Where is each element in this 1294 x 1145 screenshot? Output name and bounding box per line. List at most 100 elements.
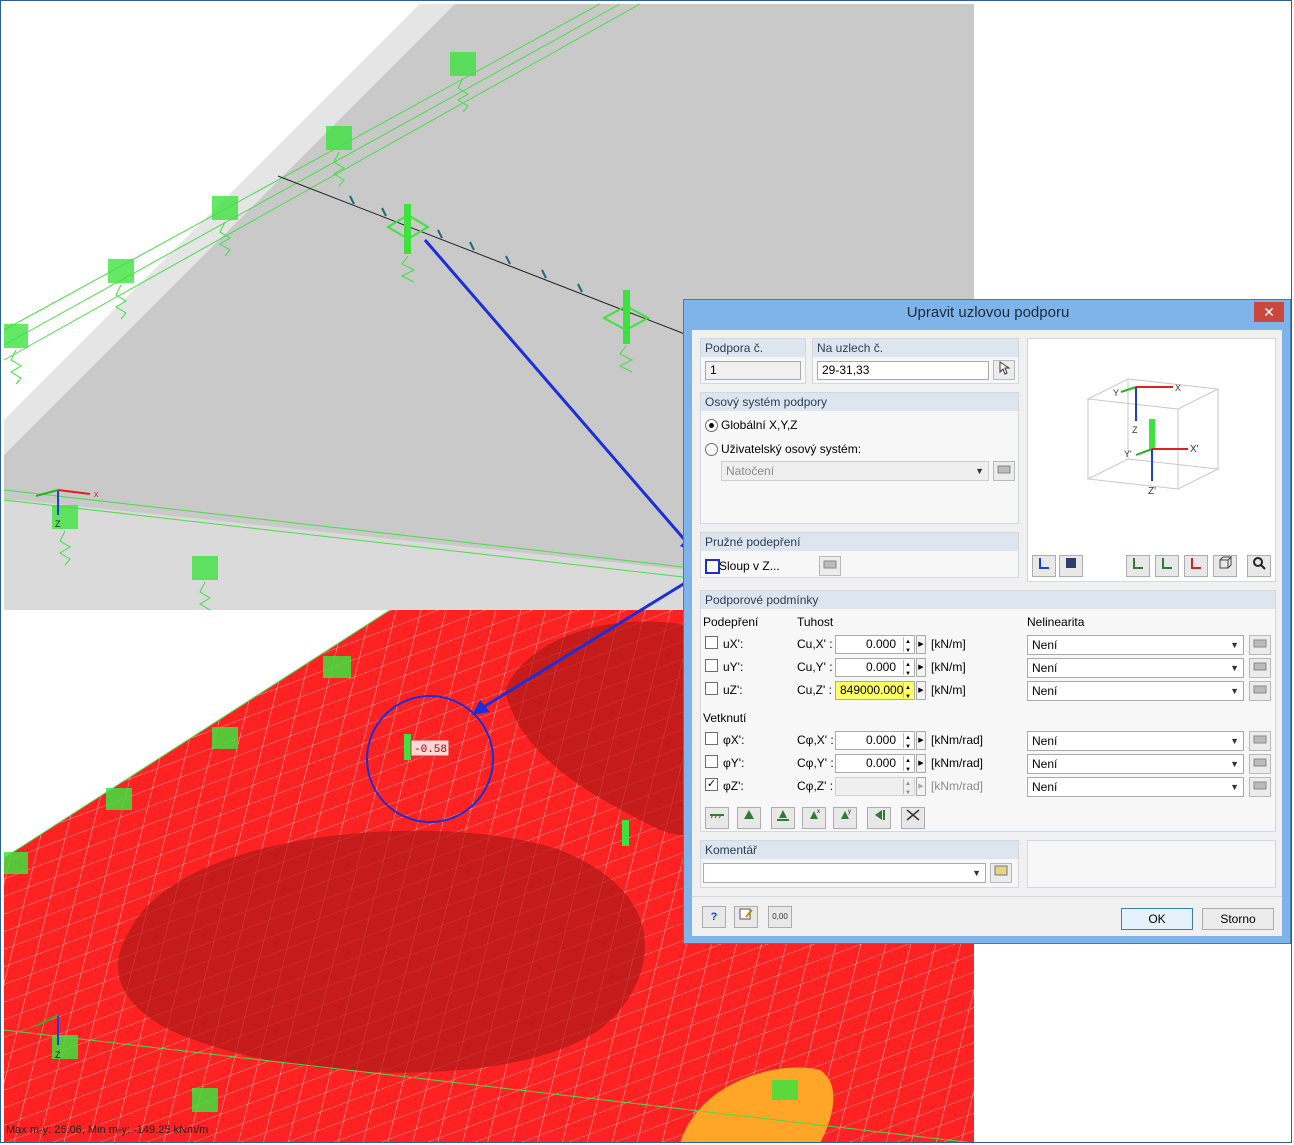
phix-nonlinearity-edit-button[interactable] bbox=[1249, 731, 1271, 751]
cuy-step-button[interactable]: ▶ bbox=[916, 658, 926, 677]
cuy-unit: [kN/m] bbox=[931, 660, 966, 674]
phiz-nonlinearity-edit-button[interactable] bbox=[1249, 777, 1271, 797]
nonlinearity-column-header: Nelinearita bbox=[1027, 615, 1085, 629]
ux-nonlinearity-edit-button[interactable] bbox=[1249, 635, 1271, 655]
edit-pencil-icon bbox=[739, 908, 753, 920]
comment-library-button[interactable] bbox=[990, 863, 1012, 883]
phiz-checkbox[interactable]: ✓ bbox=[705, 778, 718, 791]
chevron-down-icon: ▼ bbox=[975, 466, 984, 476]
nodes-input[interactable]: 29-31,33 bbox=[817, 361, 989, 380]
comment-input[interactable]: ▼ bbox=[703, 863, 986, 883]
ux-label: uX': bbox=[723, 637, 744, 651]
nodes-group: Na uzlech č. 29-31,33 bbox=[812, 338, 1019, 384]
edit-button[interactable] bbox=[734, 906, 758, 928]
svg-text:Y': Y' bbox=[1124, 449, 1132, 459]
show-axes-toggle[interactable] bbox=[1032, 555, 1056, 577]
elastic-support-header: Pružné podepření bbox=[701, 533, 1018, 551]
chevron-down-icon: ▼ bbox=[1230, 663, 1239, 673]
support-number-label: Podpora č. bbox=[701, 339, 805, 357]
column-in-z-label: Sloup v Z... bbox=[719, 559, 780, 573]
column-in-z-checkbox[interactable] bbox=[705, 559, 720, 574]
cuz-step-button[interactable]: ▶ bbox=[916, 681, 926, 700]
support-pinned-icon bbox=[777, 810, 789, 821]
view-y-button[interactable] bbox=[1155, 555, 1179, 577]
uz-nonlinearity-select[interactable]: Není ▼ bbox=[1027, 681, 1244, 701]
view-z-button[interactable] bbox=[1184, 555, 1208, 577]
dialog-body: Podpora č. 1 Na uzlech č. 29-31,33 Osový… bbox=[692, 330, 1282, 936]
cphiy-step-button[interactable]: ▶ bbox=[916, 754, 926, 773]
cphiz-input[interactable] bbox=[835, 777, 915, 796]
edit-column-button[interactable] bbox=[819, 556, 841, 576]
support-fixed-icon bbox=[744, 810, 754, 819]
phiz-nonlinearity-select[interactable]: Není ▼ bbox=[1027, 777, 1244, 797]
preset-hinged-button[interactable] bbox=[705, 807, 729, 829]
phiy-nonlinearity-select[interactable]: Není ▼ bbox=[1027, 754, 1244, 774]
cux-unit: [kN/m] bbox=[931, 637, 966, 651]
cuz-label: Cu,Z' : bbox=[797, 683, 832, 697]
edit-icon bbox=[823, 560, 837, 569]
cphiy-unit: [kNm/rad] bbox=[931, 756, 984, 770]
phiy-nonlinearity-edit-button[interactable] bbox=[1249, 754, 1271, 774]
edit-nodal-support-dialog: Upravit uzlovou podporu ✕ Podpora č. 1 N… bbox=[683, 299, 1291, 944]
cphix-input[interactable]: 0.000 bbox=[835, 731, 915, 750]
phix-nonlinearity-select[interactable]: Není ▼ bbox=[1027, 731, 1244, 751]
render-mode-button[interactable] bbox=[1059, 555, 1083, 577]
support-number-field[interactable]: 1 bbox=[705, 361, 801, 380]
cuz-input[interactable]: 849000.000 bbox=[835, 681, 915, 700]
uy-nonlinearity-edit-button[interactable] bbox=[1249, 658, 1271, 678]
cphix-step-button[interactable]: ▶ bbox=[916, 731, 926, 750]
user-axes-radio[interactable] bbox=[705, 443, 718, 456]
edit-icon bbox=[1253, 639, 1267, 648]
ux-checkbox[interactable] bbox=[705, 636, 718, 649]
divider bbox=[692, 896, 1282, 897]
isometric-view-button[interactable] bbox=[1213, 555, 1237, 577]
units-button[interactable]: 0,00 bbox=[768, 906, 792, 928]
rotation-select[interactable]: Natočení ▼ bbox=[721, 461, 989, 481]
view-y-icon bbox=[1162, 558, 1172, 569]
svg-text:X': X' bbox=[1190, 444, 1199, 455]
support-preview: X Y Z X' Y' Z' bbox=[1027, 338, 1276, 582]
chevron-down-icon: ▼ bbox=[1230, 782, 1239, 792]
edit-rotation-button[interactable] bbox=[993, 461, 1015, 481]
user-axes-label: Uživatelský osový systém: bbox=[721, 442, 862, 456]
nodes-label: Na uzlech č. bbox=[813, 339, 1018, 357]
phiy-checkbox[interactable] bbox=[705, 755, 718, 768]
ux-nonlinearity-select[interactable]: Není ▼ bbox=[1027, 635, 1244, 655]
edit-icon bbox=[997, 465, 1011, 474]
uz-checkbox[interactable] bbox=[705, 682, 718, 695]
view-x-button[interactable] bbox=[1126, 555, 1150, 577]
help-button[interactable]: ? bbox=[702, 906, 726, 928]
library-icon bbox=[994, 865, 1008, 876]
cux-step-button[interactable]: ▶ bbox=[916, 635, 926, 654]
ok-button[interactable]: OK bbox=[1121, 908, 1193, 930]
support-conditions-header: Podporové podmínky bbox=[701, 591, 1275, 609]
cphiz-unit: [kNm/rad] bbox=[931, 779, 984, 793]
cuy-input[interactable]: 0.000 bbox=[835, 658, 915, 677]
edit-icon bbox=[1253, 758, 1267, 767]
preset-fixed-button[interactable] bbox=[737, 807, 761, 829]
cphiy-input[interactable]: 0.000 bbox=[835, 754, 915, 773]
cuz-unit: [kN/m] bbox=[931, 683, 966, 697]
phix-checkbox[interactable] bbox=[705, 732, 718, 745]
zoom-button[interactable] bbox=[1247, 555, 1271, 577]
support-rotation-icon bbox=[875, 810, 885, 820]
stiffness-column-header: Tuhost bbox=[797, 615, 834, 629]
pick-nodes-button[interactable] bbox=[993, 360, 1015, 380]
global-axes-radio[interactable] bbox=[705, 419, 718, 432]
cphiy-label: Cφ,Y' : bbox=[797, 756, 834, 770]
preset-pinned-button[interactable] bbox=[771, 807, 795, 829]
global-axes-label: Globální X,Y,Z bbox=[721, 418, 798, 432]
uz-nonlinearity-edit-button[interactable] bbox=[1249, 681, 1271, 701]
cancel-button[interactable]: Storno bbox=[1202, 908, 1274, 930]
cux-input[interactable]: 0.000 bbox=[835, 635, 915, 654]
cphiz-step-button[interactable]: ▶ bbox=[916, 777, 926, 796]
axis-system-header: Osový systém podpory bbox=[701, 393, 1018, 411]
preset-rotation-button[interactable] bbox=[867, 807, 891, 829]
close-button[interactable]: ✕ bbox=[1254, 302, 1284, 322]
uy-checkbox[interactable] bbox=[705, 659, 718, 672]
expand-icon bbox=[906, 809, 920, 821]
uy-nonlinearity-select[interactable]: Není ▼ bbox=[1027, 658, 1244, 678]
preset-sliding-x-button[interactable]: x bbox=[802, 807, 826, 829]
preset-sliding-y-button[interactable]: y bbox=[833, 807, 857, 829]
preset-free-button[interactable] bbox=[901, 807, 925, 829]
